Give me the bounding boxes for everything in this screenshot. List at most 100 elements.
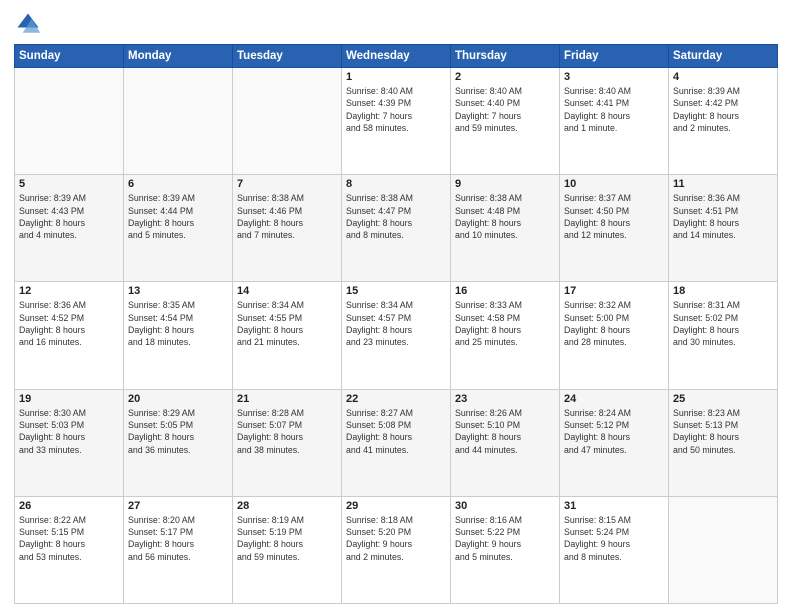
day-info: Sunrise: 8:39 AM Sunset: 4:44 PM Dayligh…: [128, 192, 228, 241]
calendar-day-cell: 22 Sunrise: 8:27 AM Sunset: 5:08 PM Dayli…: [342, 389, 451, 496]
day-info: Sunrise: 8:32 AM Sunset: 5:00 PM Dayligh…: [564, 299, 664, 348]
day-info: Sunrise: 8:38 AM Sunset: 4:47 PM Dayligh…: [346, 192, 446, 241]
day-info: Sunrise: 8:22 AM Sunset: 5:15 PM Dayligh…: [19, 514, 119, 563]
day-number: 2: [455, 71, 555, 83]
day-info: Sunrise: 8:29 AM Sunset: 5:05 PM Dayligh…: [128, 407, 228, 456]
day-info: Sunrise: 8:20 AM Sunset: 5:17 PM Dayligh…: [128, 514, 228, 563]
calendar-day-cell: 19 Sunrise: 8:30 AM Sunset: 5:03 PM Dayli…: [15, 389, 124, 496]
day-info: Sunrise: 8:27 AM Sunset: 5:08 PM Dayligh…: [346, 407, 446, 456]
day-number: 22: [346, 393, 446, 405]
calendar-day-cell: 4 Sunrise: 8:39 AM Sunset: 4:42 PM Daylig…: [669, 68, 778, 175]
calendar-week-row: 1 Sunrise: 8:40 AM Sunset: 4:39 PM Daylig…: [15, 68, 778, 175]
day-of-week-header: Saturday: [669, 45, 778, 68]
day-number: 8: [346, 178, 446, 190]
calendar-day-cell: 25Sunrise: 8:23 AM Sunset: 5:13 PM Dayli…: [669, 389, 778, 496]
day-of-week-header: Friday: [560, 45, 669, 68]
calendar-day-cell: 12 Sunrise: 8:36 AM Sunset: 4:52 PM Dayli…: [15, 282, 124, 389]
day-number: 3: [564, 71, 664, 83]
calendar-empty-cell: [15, 68, 124, 175]
calendar-day-cell: 16Sunrise: 8:33 AM Sunset: 4:58 PM Dayli…: [451, 282, 560, 389]
calendar-day-cell: 7Sunrise: 8:38 AM Sunset: 4:46 PM Daylig…: [233, 175, 342, 282]
day-info: Sunrise: 8:18 AM Sunset: 5:20 PM Dayligh…: [346, 514, 446, 563]
calendar-day-cell: 24 Sunrise: 8:24 AM Sunset: 5:12 PM Dayli…: [560, 389, 669, 496]
calendar-empty-cell: [233, 68, 342, 175]
calendar-day-cell: 9Sunrise: 8:38 AM Sunset: 4:48 PM Daylig…: [451, 175, 560, 282]
day-number: 10: [564, 178, 664, 190]
day-info: Sunrise: 8:40 AM Sunset: 4:40 PM Dayligh…: [455, 85, 555, 134]
day-info: Sunrise: 8:37 AM Sunset: 4:50 PM Dayligh…: [564, 192, 664, 241]
calendar-day-cell: 10 Sunrise: 8:37 AM Sunset: 4:50 PM Dayli…: [560, 175, 669, 282]
calendar-day-cell: 11 Sunrise: 8:36 AM Sunset: 4:51 PM Dayli…: [669, 175, 778, 282]
day-of-week-header: Thursday: [451, 45, 560, 68]
day-number: 28: [237, 500, 337, 512]
day-info: Sunrise: 8:31 AM Sunset: 5:02 PM Dayligh…: [673, 299, 773, 348]
day-number: 11: [673, 178, 773, 190]
day-info: Sunrise: 8:38 AM Sunset: 4:46 PM Dayligh…: [237, 192, 337, 241]
day-number: 27: [128, 500, 228, 512]
day-number: 30: [455, 500, 555, 512]
calendar-week-row: 26 Sunrise: 8:22 AM Sunset: 5:15 PM Dayli…: [15, 496, 778, 603]
day-info: Sunrise: 8:30 AM Sunset: 5:03 PM Dayligh…: [19, 407, 119, 456]
day-number: 18: [673, 285, 773, 297]
day-info: Sunrise: 8:39 AM Sunset: 4:43 PM Dayligh…: [19, 192, 119, 241]
calendar-day-cell: 3 Sunrise: 8:40 AM Sunset: 4:41 PM Daylig…: [560, 68, 669, 175]
day-number: 4: [673, 71, 773, 83]
day-info: Sunrise: 8:15 AM Sunset: 5:24 PM Dayligh…: [564, 514, 664, 563]
day-info: Sunrise: 8:36 AM Sunset: 4:51 PM Dayligh…: [673, 192, 773, 241]
day-info: Sunrise: 8:39 AM Sunset: 4:42 PM Dayligh…: [673, 85, 773, 134]
day-number: 6: [128, 178, 228, 190]
day-of-week-header: Tuesday: [233, 45, 342, 68]
day-info: Sunrise: 8:34 AM Sunset: 4:55 PM Dayligh…: [237, 299, 337, 348]
calendar-week-row: 5 Sunrise: 8:39 AM Sunset: 4:43 PM Daylig…: [15, 175, 778, 282]
day-number: 24: [564, 393, 664, 405]
day-number: 19: [19, 393, 119, 405]
day-number: 25: [673, 393, 773, 405]
day-info: Sunrise: 8:35 AM Sunset: 4:54 PM Dayligh…: [128, 299, 228, 348]
calendar-day-cell: 2 Sunrise: 8:40 AM Sunset: 4:40 PM Daylig…: [451, 68, 560, 175]
calendar-day-cell: 28 Sunrise: 8:19 AM Sunset: 5:19 PM Dayli…: [233, 496, 342, 603]
calendar-day-cell: 27 Sunrise: 8:20 AM Sunset: 5:17 PM Dayli…: [124, 496, 233, 603]
calendar-day-cell: 18 Sunrise: 8:31 AM Sunset: 5:02 PM Dayli…: [669, 282, 778, 389]
calendar-header-row: SundayMondayTuesdayWednesdayThursdayFrid…: [15, 45, 778, 68]
calendar-empty-cell: [669, 496, 778, 603]
calendar-week-row: 12 Sunrise: 8:36 AM Sunset: 4:52 PM Dayli…: [15, 282, 778, 389]
calendar-day-cell: 17 Sunrise: 8:32 AM Sunset: 5:00 PM Dayli…: [560, 282, 669, 389]
calendar-day-cell: 29 Sunrise: 8:18 AM Sunset: 5:20 PM Dayli…: [342, 496, 451, 603]
day-info: Sunrise: 8:19 AM Sunset: 5:19 PM Dayligh…: [237, 514, 337, 563]
day-number: 31: [564, 500, 664, 512]
calendar-day-cell: 21Sunrise: 8:28 AM Sunset: 5:07 PM Dayli…: [233, 389, 342, 496]
day-info: Sunrise: 8:40 AM Sunset: 4:41 PM Dayligh…: [564, 85, 664, 134]
day-info: Sunrise: 8:24 AM Sunset: 5:12 PM Dayligh…: [564, 407, 664, 456]
calendar-empty-cell: [124, 68, 233, 175]
day-of-week-header: Sunday: [15, 45, 124, 68]
calendar-day-cell: 31 Sunrise: 8:15 AM Sunset: 5:24 PM Dayli…: [560, 496, 669, 603]
day-number: 13: [128, 285, 228, 297]
calendar-day-cell: 8 Sunrise: 8:38 AM Sunset: 4:47 PM Daylig…: [342, 175, 451, 282]
day-number: 26: [19, 500, 119, 512]
day-number: 16: [455, 285, 555, 297]
day-number: 14: [237, 285, 337, 297]
calendar-day-cell: 30 Sunrise: 8:16 AM Sunset: 5:22 PM Dayli…: [451, 496, 560, 603]
day-of-week-header: Monday: [124, 45, 233, 68]
day-number: 5: [19, 178, 119, 190]
logo: [14, 10, 46, 38]
day-number: 17: [564, 285, 664, 297]
calendar-week-row: 19 Sunrise: 8:30 AM Sunset: 5:03 PM Dayli…: [15, 389, 778, 496]
day-number: 1: [346, 71, 446, 83]
day-info: Sunrise: 8:36 AM Sunset: 4:52 PM Dayligh…: [19, 299, 119, 348]
day-info: Sunrise: 8:40 AM Sunset: 4:39 PM Dayligh…: [346, 85, 446, 134]
day-number: 29: [346, 500, 446, 512]
day-info: Sunrise: 8:34 AM Sunset: 4:57 PM Dayligh…: [346, 299, 446, 348]
day-info: Sunrise: 8:38 AM Sunset: 4:48 PM Dayligh…: [455, 192, 555, 241]
calendar-day-cell: 20Sunrise: 8:29 AM Sunset: 5:05 PM Dayli…: [124, 389, 233, 496]
day-number: 21: [237, 393, 337, 405]
day-info: Sunrise: 8:16 AM Sunset: 5:22 PM Dayligh…: [455, 514, 555, 563]
day-info: Sunrise: 8:26 AM Sunset: 5:10 PM Dayligh…: [455, 407, 555, 456]
calendar-day-cell: 26 Sunrise: 8:22 AM Sunset: 5:15 PM Dayli…: [15, 496, 124, 603]
day-number: 12: [19, 285, 119, 297]
calendar-day-cell: 5 Sunrise: 8:39 AM Sunset: 4:43 PM Daylig…: [15, 175, 124, 282]
calendar-day-cell: 14 Sunrise: 8:34 AM Sunset: 4:55 PM Dayli…: [233, 282, 342, 389]
page: SundayMondayTuesdayWednesdayThursdayFrid…: [0, 0, 792, 612]
day-number: 23: [455, 393, 555, 405]
logo-icon: [14, 10, 42, 38]
